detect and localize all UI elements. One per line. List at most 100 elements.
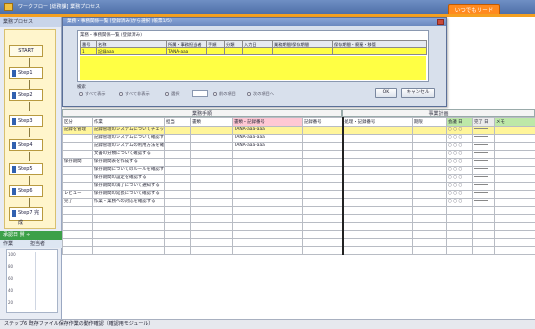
table-row[interactable]: 完了 作業・業務への対応を確認する ○ ○ ○ — [62, 198, 535, 207]
empty-cell — [412, 246, 447, 255]
col-memo[interactable]: メモ — [494, 117, 535, 127]
cell-done-date — [472, 134, 495, 143]
step-4[interactable]: Step4 — [9, 139, 43, 151]
col-document[interactable]: 書類 — [190, 117, 233, 127]
col-meeting-date[interactable]: 会議 日 — [446, 117, 473, 127]
cell-memo — [494, 190, 535, 199]
col-done-date[interactable]: 完了 日 — [472, 117, 495, 127]
option-radio[interactable] — [79, 92, 83, 96]
cell-meeting-date: ○ ○ ○ — [446, 126, 473, 135]
workflow-table: 区分 作業 担当 書類 書類・記録番号 記録番号 処理・記録番号 期限 会議 日… — [62, 117, 535, 255]
option-radio[interactable] — [165, 92, 169, 96]
table-row[interactable]: 記録管理のシステムについて確認する TANA-aaa-aaa ○ ○ ○ — [62, 134, 535, 143]
option-radio[interactable] — [247, 92, 251, 96]
empty-cell — [472, 230, 495, 239]
cell-process-number — [341, 142, 413, 151]
table-row[interactable]: 記録管理のシステムの利用方法を確認し TANA-aaa-aaa ○ ○ ○ — [62, 142, 535, 151]
empty-cell — [92, 230, 165, 239]
dialog-title: 業務・事務関係一覧 [登録済み]から選択 (帳票1/5) — [67, 19, 172, 24]
cell-category: 記録を管理 — [62, 126, 93, 135]
option-radio[interactable] — [213, 92, 217, 96]
table-row[interactable]: 記録を管理 記録管理のシステムについてチェック TANA-aaa-aaa ○ ○ ○ — [62, 126, 535, 135]
table-row[interactable]: 保存期間の満了について通知する ○ ○ ○ — [62, 182, 535, 191]
col-record-number[interactable]: 記録番号 — [302, 117, 343, 127]
cell-meeting-date: ○ ○ ○ — [446, 174, 473, 183]
dlg-col-step[interactable]: 手順 — [206, 40, 225, 48]
col-process-number[interactable]: 処理・記録番号 — [341, 117, 413, 127]
dlg-col-date[interactable]: 入力日 — [242, 40, 273, 48]
empty-cell — [190, 222, 233, 231]
cell-owner — [164, 174, 191, 183]
empty-cell — [92, 206, 165, 215]
step-label: Step7 完成 — [18, 210, 40, 226]
step-3[interactable]: Step3 — [9, 115, 43, 127]
empty-row[interactable] — [62, 206, 535, 215]
table-row[interactable]: 保存期間についてのルールを確認する ○ ○ ○ — [62, 166, 535, 175]
table-row[interactable]: レビュー 保存期間の延長について確認する ○ ○ ○ — [62, 190, 535, 199]
step-label: Step4 — [18, 142, 33, 148]
table-row[interactable]: 保存期間 保存期間表を作成する ○ ○ ○ — [62, 158, 535, 167]
panel-row-header: 作業 担当者 — [0, 240, 62, 248]
progress-list[interactable]: 100 80 60 40 20 — [6, 249, 58, 313]
step-start[interactable]: START — [9, 45, 43, 57]
cell-document — [190, 150, 233, 159]
number-input[interactable] — [192, 90, 208, 97]
dash-line — [474, 184, 488, 185]
cell-owner — [164, 126, 191, 135]
empty-cell — [494, 214, 535, 223]
table-row[interactable]: 文書の分類について確認する ○ ○ ○ — [62, 150, 535, 159]
dialog-close-icon[interactable] — [437, 19, 444, 25]
empty-row[interactable] — [62, 238, 535, 247]
step-5[interactable]: Step5 — [9, 163, 43, 175]
empty-cell — [92, 222, 165, 231]
empty-cell — [232, 238, 303, 247]
col-task[interactable]: 作業 — [92, 117, 165, 127]
col-category[interactable]: 区分 — [62, 117, 93, 127]
cell-memo — [494, 142, 535, 151]
cell-record-number — [302, 190, 343, 199]
step-7[interactable]: Step7 完成 — [9, 207, 43, 226]
cell-process-number — [341, 158, 413, 167]
table-row[interactable]: 保存期間の設定を確認する ○ ○ ○ — [62, 174, 535, 183]
dlg-col-period[interactable]: 業務期間/保存期間 — [272, 40, 333, 48]
option-radio[interactable] — [119, 92, 123, 96]
empty-cell — [472, 214, 495, 223]
cell-due — [412, 158, 447, 167]
cell-due — [412, 182, 447, 191]
cell-category — [62, 134, 93, 143]
cell-record-number — [302, 134, 343, 143]
empty-row[interactable] — [62, 230, 535, 239]
empty-cell — [92, 246, 165, 255]
dialog-row[interactable]: 1 記録aaa TANA-aaa — [80, 47, 427, 55]
cell-task: 保存期間の延長について確認する — [92, 190, 165, 199]
search-label: 検索 — [77, 85, 86, 90]
dlg-col-class[interactable]: 分類 — [224, 40, 243, 48]
selection-area[interactable] — [80, 56, 426, 80]
dlg-col-name[interactable]: 名称 — [96, 40, 167, 48]
step-6[interactable]: Step6 — [9, 185, 43, 197]
dlg-col-owner[interactable]: 所属・事務担当者 — [166, 40, 207, 48]
cell-document — [190, 134, 233, 143]
cell-document — [190, 142, 233, 151]
empty-cell — [412, 230, 447, 239]
empty-row[interactable] — [62, 214, 535, 223]
step-1[interactable]: Step1 — [9, 67, 43, 79]
cell-done-date — [472, 126, 495, 135]
cell-document — [190, 190, 233, 199]
dlg-col-keep[interactable]: 保存期間・廃棄・移管 — [332, 40, 427, 48]
col-doc-number[interactable]: 書類・記録番号 — [232, 117, 303, 127]
step-label: Step3 — [18, 118, 33, 124]
empty-row[interactable] — [62, 222, 535, 231]
col-due[interactable]: 期限 — [412, 117, 447, 127]
option-label: 選択 — [171, 91, 180, 96]
dialog-list-box[interactable]: 業務・事務関係一覧 (登録済み) 番号 名称 所属・事務担当者 手順 分類 入力… — [77, 30, 429, 82]
empty-row[interactable] — [62, 246, 535, 255]
ok-button[interactable]: OK — [375, 88, 397, 98]
cancel-button[interactable]: キャンセル — [401, 88, 435, 98]
dlg-col-no[interactable]: 番号 — [80, 40, 97, 48]
empty-cell — [164, 238, 191, 247]
step-2[interactable]: Step2 — [9, 89, 43, 101]
dash-line — [474, 144, 488, 145]
empty-cell — [92, 238, 165, 247]
col-owner[interactable]: 担当 — [164, 117, 191, 127]
